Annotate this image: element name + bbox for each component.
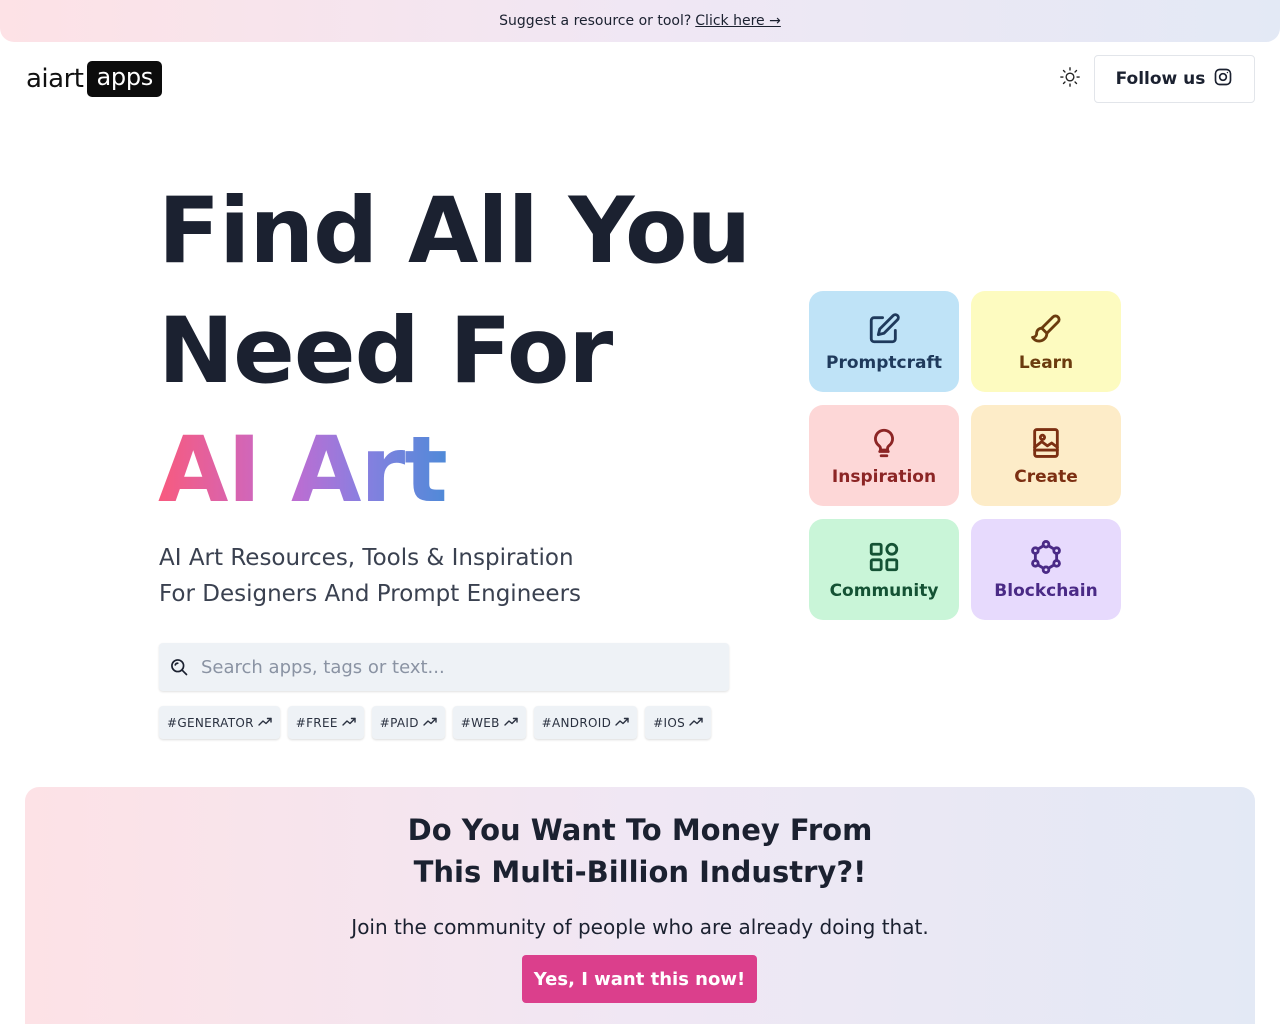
category-create[interactable]: Create: [971, 405, 1121, 506]
trending-icon: [423, 716, 437, 730]
tag-label: #PAID: [379, 715, 419, 730]
category-promptcraft[interactable]: Promptcraft: [809, 291, 959, 392]
category-label: Inspiration: [831, 466, 937, 487]
cta-button[interactable]: Yes, I want this now!: [522, 955, 757, 1003]
tag-paid[interactable]: #PAID: [371, 706, 445, 739]
tag-ios[interactable]: #IOS: [645, 706, 711, 739]
logo-badge: apps: [87, 61, 162, 97]
edit-icon: [866, 311, 902, 347]
category-label: Learn: [1018, 352, 1074, 373]
trending-icon: [342, 716, 356, 730]
hero-title-line-2: Need For: [158, 299, 613, 404]
tag-label: #FREE: [295, 715, 338, 730]
logo-text: aiart: [26, 64, 84, 94]
category-community[interactable]: Community: [809, 519, 959, 620]
cta-heading-line-1: Do You Want To Money From: [407, 813, 873, 847]
trending-icon: [503, 716, 518, 730]
tag-label: #WEB: [460, 715, 500, 730]
hero-title-line-3: AI Art: [158, 418, 448, 523]
category-label: Create: [1014, 466, 1078, 487]
search-bar[interactable]: [159, 643, 729, 691]
category-learn[interactable]: Learn: [971, 291, 1121, 392]
cta-subtext: Join the community of people who are alr…: [351, 915, 929, 939]
sun-icon: [1059, 66, 1081, 92]
top-banner: Suggest a resource or tool? Click here →: [0, 0, 1280, 42]
hero-title-line-1: Find All You: [158, 179, 751, 284]
follow-us-button[interactable]: Follow us: [1094, 55, 1255, 103]
category-label: Promptcraft: [826, 352, 942, 373]
category-blockchain[interactable]: Blockchain: [971, 519, 1121, 620]
image-icon: [1028, 425, 1064, 461]
hero-subtitle: AI Art Resources, Tools & Inspiration Fo…: [159, 540, 581, 612]
cta-heading: Do You Want To Money From This Multi-Bil…: [25, 809, 1255, 893]
tag-generator[interactable]: #GENERATOR: [159, 706, 280, 739]
trending-icon: [615, 716, 629, 730]
lightbulb-icon: [866, 425, 902, 461]
hero-subtitle-line-1: AI Art Resources, Tools & Inspiration: [159, 545, 574, 571]
instagram-icon: [1213, 67, 1233, 92]
network-icon: [1028, 539, 1064, 575]
tag-web[interactable]: #WEB: [452, 706, 526, 739]
banner-text: Suggest a resource or tool?: [499, 13, 692, 29]
banner-link[interactable]: Click here →: [695, 13, 781, 29]
tag-list: #GENERATOR #FREE #PAID #WEB #ANDROID #IO…: [159, 706, 711, 739]
category-label: Blockchain: [994, 580, 1098, 601]
tag-label: #ANDROID: [541, 715, 612, 730]
cta-section: Do You Want To Money From This Multi-Bil…: [25, 787, 1255, 1024]
trending-icon: [689, 716, 703, 730]
logo[interactable]: aiart apps: [26, 61, 162, 97]
follow-us-label: Follow us: [1115, 69, 1206, 89]
search-input[interactable]: [201, 647, 701, 687]
theme-toggle-button[interactable]: [1056, 65, 1084, 93]
tag-label: #IOS: [653, 715, 685, 730]
category-inspiration[interactable]: Inspiration: [809, 405, 959, 506]
brush-icon: [1028, 311, 1064, 347]
category-grid: Promptcraft Learn Inspiration Create Com…: [809, 291, 1121, 620]
tag-free[interactable]: #FREE: [287, 706, 364, 739]
trending-icon: [258, 716, 272, 730]
search-icon: [169, 657, 189, 677]
tag-label: #GENERATOR: [167, 715, 254, 730]
category-label: Community: [829, 580, 939, 601]
cta-heading-line-2: This Multi-Billion Industry?!: [413, 855, 867, 889]
tag-android[interactable]: #ANDROID: [533, 706, 638, 739]
apps-grid-icon: [866, 539, 902, 575]
hero-subtitle-line-2: For Designers And Prompt Engineers: [159, 581, 582, 607]
